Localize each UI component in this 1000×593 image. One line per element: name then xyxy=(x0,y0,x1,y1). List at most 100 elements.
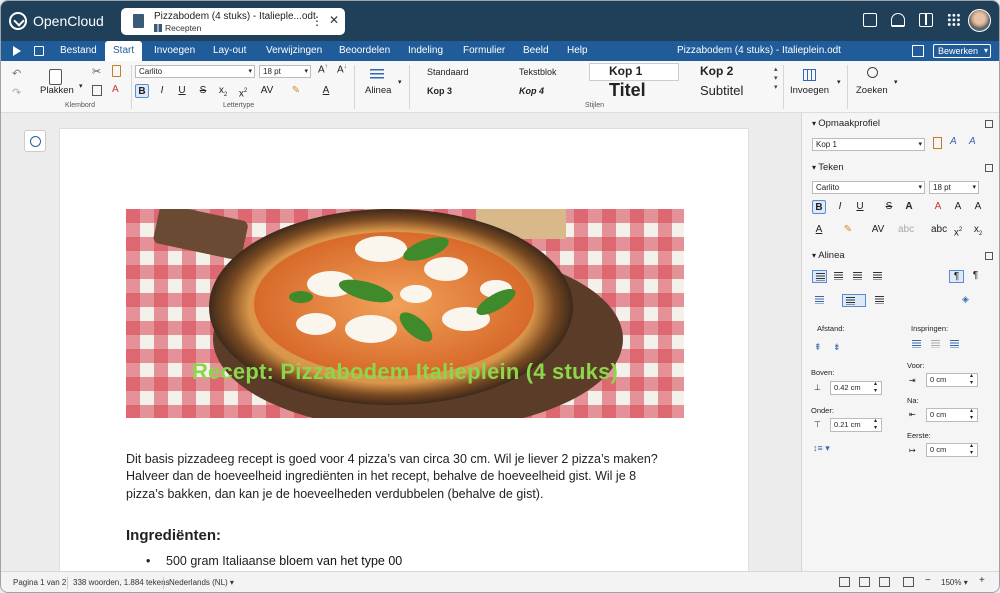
above-spacing-input[interactable]: 0.42 cm xyxy=(830,381,882,395)
align-left-button[interactable] xyxy=(812,270,827,283)
superscript-button[interactable]: x2 xyxy=(236,84,250,99)
line-spacing-icon[interactable]: ↕≡ ▾ xyxy=(813,443,830,454)
paragraph-dropdown-icon[interactable]: ▾ xyxy=(398,78,402,86)
single-page-view-icon[interactable] xyxy=(839,577,850,587)
bold-button[interactable]: B xyxy=(135,84,149,98)
paragraph-style-select[interactable]: Kop 1 xyxy=(812,138,925,151)
paste-dropdown-icon[interactable]: ▾ xyxy=(79,82,83,90)
font-size-select[interactable]: 18 pt xyxy=(259,65,311,78)
sidebar-toggle-icon[interactable] xyxy=(919,13,933,27)
undo-icon[interactable]: ↶ xyxy=(12,67,21,80)
sidebar-bold-button[interactable]: B xyxy=(812,200,826,214)
sidebar-italic-button[interactable]: I xyxy=(833,200,847,214)
font-color-button[interactable]: A xyxy=(316,84,336,98)
zoom-out-icon[interactable]: − xyxy=(925,575,931,586)
new-style-icon[interactable]: A xyxy=(950,136,957,147)
align-center-button[interactable] xyxy=(831,270,846,283)
styles-scroll-icon[interactable]: ▴ ▾ ▾ xyxy=(774,65,778,92)
file-tab[interactable]: Pizzabodem (4 stuks) - Italieple...odt R… xyxy=(121,8,345,35)
menu-help[interactable]: Help xyxy=(567,41,588,61)
style-kop3[interactable]: Kop 3 xyxy=(427,86,452,96)
sidebar-subscript-button[interactable]: x2 xyxy=(971,223,985,237)
character-section-header[interactable]: Teken xyxy=(812,162,843,173)
cut-icon[interactable]: ✂ xyxy=(92,65,101,78)
style-kop2[interactable]: Kop 2 xyxy=(700,64,733,78)
feedback-icon[interactable] xyxy=(863,13,877,27)
after-indent-input[interactable]: 0 cm xyxy=(926,408,978,422)
save-icon[interactable] xyxy=(34,46,44,56)
sidebar-strike-button[interactable]: S xyxy=(882,200,896,214)
decrease-spacing-icon[interactable]: ⇟ xyxy=(833,342,841,353)
style-tekstblok[interactable]: Tekstblok xyxy=(519,67,557,77)
style-kop4[interactable]: Kop 4 xyxy=(519,86,544,96)
sidebar-font-select[interactable]: Carlito xyxy=(812,181,925,194)
menu-formulier[interactable]: Formulier xyxy=(463,41,505,61)
hanging-indent-icon[interactable] xyxy=(947,338,962,351)
close-tab-icon[interactable]: ✕ xyxy=(329,13,339,27)
style-kop1[interactable]: Kop 1 xyxy=(609,64,642,78)
ltr-paragraph-icon[interactable]: ¶ xyxy=(949,270,964,283)
format-paintbrush-icon[interactable] xyxy=(112,65,121,77)
style-standaard[interactable]: Standaard xyxy=(427,67,469,77)
navigator-icon[interactable] xyxy=(24,130,46,152)
book-view-icon[interactable] xyxy=(879,577,890,587)
update-style-icon[interactable]: A xyxy=(969,136,976,147)
sidebar-collapse-icon[interactable] xyxy=(13,46,21,56)
paste-icon[interactable] xyxy=(49,69,62,85)
sidebar-size-select[interactable]: 18 pt xyxy=(929,181,979,194)
fit-page-icon[interactable] xyxy=(903,577,914,587)
redo-icon[interactable]: ↷ xyxy=(12,86,21,99)
menu-start[interactable]: Start xyxy=(105,41,143,61)
word-count[interactable]: 338 woorden, 1.884 tekens xyxy=(73,578,170,587)
bullets-button[interactable] xyxy=(812,294,827,307)
character-spacing-button[interactable]: AV xyxy=(257,84,277,98)
readonly-view-icon[interactable] xyxy=(912,45,924,57)
sidebar-font-color-button[interactable]: A xyxy=(812,223,826,237)
clear-format-icon[interactable]: A xyxy=(112,84,119,95)
increase-spacing-icon[interactable]: ⇞ xyxy=(814,342,822,353)
sidebar-grow-font-button[interactable]: A xyxy=(951,200,965,214)
popout-icon[interactable] xyxy=(985,252,993,260)
sidebar-outline-button[interactable]: abc xyxy=(931,223,947,237)
numbering-button[interactable] xyxy=(842,294,866,307)
align-justify-button[interactable] xyxy=(870,270,885,283)
document-area[interactable]: Recept: Pizzabodem Italieplein (4 stuks)… xyxy=(59,113,801,571)
style-titel[interactable]: Titel xyxy=(609,80,646,101)
sidebar-shadow-button[interactable]: A xyxy=(902,200,916,214)
style-subtitel[interactable]: Subtitel xyxy=(700,83,743,98)
sidebar-underline-button[interactable]: U xyxy=(853,200,867,214)
zoom-in-icon[interactable]: + xyxy=(979,575,985,586)
hero-image[interactable]: Recept: Pizzabodem Italieplein (4 stuks) xyxy=(126,209,684,418)
style-section-header[interactable]: Opmaakprofiel xyxy=(812,118,880,129)
paste-button-label[interactable]: Plakken xyxy=(40,85,74,96)
paragraph-section-header[interactable]: Alinea xyxy=(812,250,844,261)
zoom-select[interactable]: 150% ▾ xyxy=(941,578,968,587)
italic-button[interactable]: I xyxy=(155,84,169,98)
menu-beoordelen[interactable]: Beoordelen xyxy=(339,41,390,61)
grow-font-icon[interactable]: A↑ xyxy=(318,64,328,75)
search-icon[interactable] xyxy=(867,67,878,78)
sidebar-clear-format-button[interactable]: A xyxy=(931,200,945,214)
strikethrough-button[interactable]: S xyxy=(196,84,210,98)
app-switcher-icon[interactable] xyxy=(947,13,961,27)
app-logo[interactable]: OpenCloud xyxy=(9,11,104,31)
before-indent-input[interactable]: 0 cm xyxy=(926,373,978,387)
table-icon[interactable] xyxy=(803,69,816,81)
menu-beeld[interactable]: Beeld xyxy=(523,41,549,61)
first-line-input[interactable]: 0 cm xyxy=(926,443,978,457)
menu-verwijzingen[interactable]: Verwijzingen xyxy=(266,41,322,61)
rtl-paragraph-icon[interactable]: ¶ xyxy=(968,270,983,283)
user-avatar[interactable] xyxy=(968,9,991,32)
paragraph-icon[interactable] xyxy=(370,69,384,81)
sidebar-spacing-button[interactable]: AV xyxy=(868,223,888,237)
multi-page-view-icon[interactable] xyxy=(859,577,870,587)
outline-list-button[interactable] xyxy=(872,294,887,307)
insert-dropdown-icon[interactable]: ▾ xyxy=(837,78,841,86)
sidebar-shrink-font-button[interactable]: A xyxy=(971,200,985,214)
below-spacing-input[interactable]: 0.21 cm xyxy=(830,418,882,432)
file-tab-menu-icon[interactable]: ⋮ xyxy=(311,14,323,28)
page-count[interactable]: Pagina 1 van 2 xyxy=(13,578,66,587)
menu-bestand[interactable]: Bestand xyxy=(60,41,97,61)
sidebar-case-button[interactable]: abc xyxy=(898,223,914,237)
notifications-icon[interactable] xyxy=(891,13,905,27)
